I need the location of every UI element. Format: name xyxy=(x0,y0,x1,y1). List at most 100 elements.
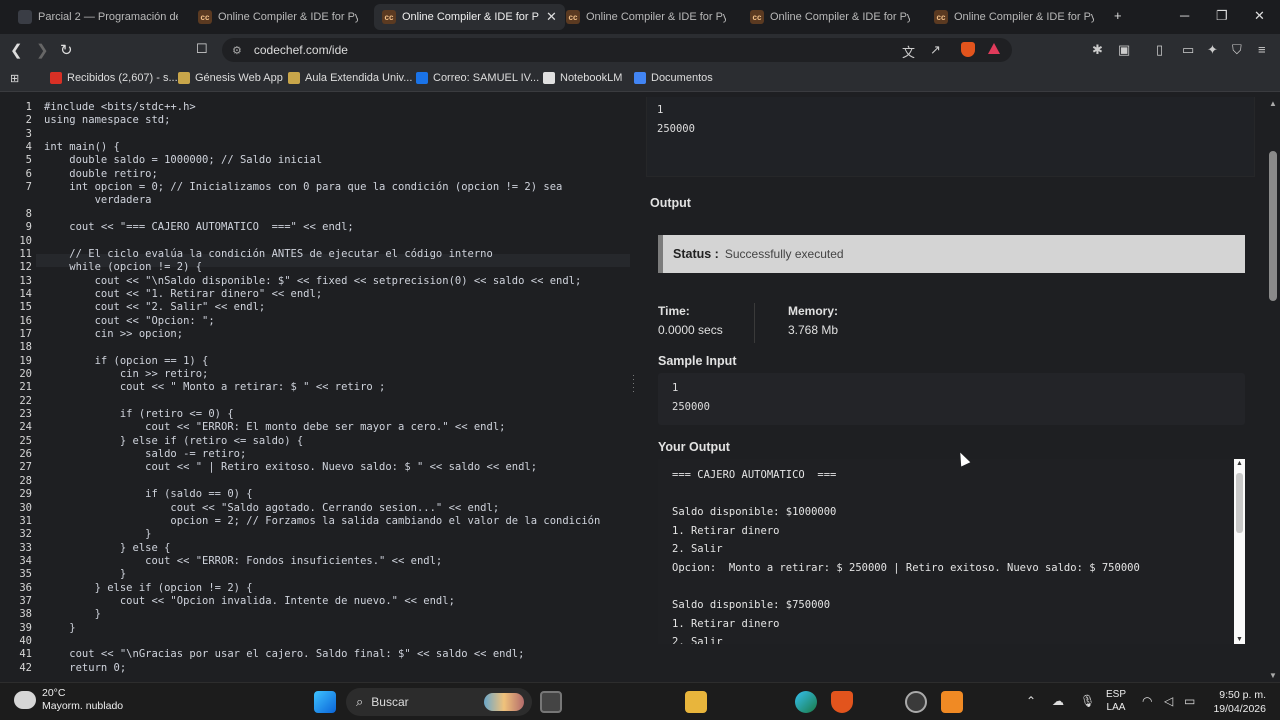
screenshot-icon[interactable]: ▣ xyxy=(1118,42,1130,58)
brave-icon[interactable] xyxy=(831,691,853,713)
browser-tab[interactable]: cc Online Compiler & IDE for Pytho xyxy=(742,4,918,30)
code-line[interactable]: return 0; xyxy=(44,662,126,674)
extensions-icon[interactable]: ✱ xyxy=(1092,42,1103,58)
browser-tab[interactable]: cc Online Compiler & IDE for Pytho xyxy=(558,4,734,30)
browser-tab[interactable]: cc Online Compiler & IDE for Pytho xyxy=(926,4,1102,30)
close-window-button[interactable]: ✕ xyxy=(1254,8,1265,24)
bookmark-item[interactable]: Correo: SAMUEL IV... xyxy=(416,72,539,84)
code-line[interactable]: cout << "Opcion: "; xyxy=(44,315,215,327)
site-info-icon[interactable]: ⚙ xyxy=(232,44,242,57)
page-scroll-up-icon[interactable]: ▲ xyxy=(1269,99,1277,108)
bookmark-icon[interactable]: ☐ xyxy=(196,41,208,57)
settings-app-icon[interactable] xyxy=(905,691,927,713)
code-line[interactable]: } else if (retiro <= saldo) { xyxy=(44,435,303,447)
code-line[interactable]: cout << "=== CAJERO AUTOMATICO ===" << e… xyxy=(44,221,353,233)
code-line[interactable]: int opcion = 0; // Inicializamos con 0 p… xyxy=(44,181,562,193)
edge-icon[interactable] xyxy=(795,691,817,713)
leo-ai-icon[interactable]: ✦ xyxy=(1207,42,1218,58)
translate-icon[interactable]: 文 xyxy=(902,42,915,61)
code-line[interactable]: if (opcion == 1) { xyxy=(44,355,209,367)
battery-icon[interactable]: ▭ xyxy=(1184,694,1195,708)
code-line[interactable]: } xyxy=(44,622,75,634)
back-icon[interactable]: ❮ xyxy=(10,41,23,59)
browser-tab[interactable]: Parcial 2 — Programación de Co xyxy=(10,4,186,30)
code-line[interactable]: saldo -= retiro; xyxy=(44,448,246,460)
code-line[interactable]: cout << "Opcion invalida. Intente de nue… xyxy=(44,595,455,607)
page-scrollbar[interactable]: ▲ ▼ xyxy=(1266,97,1280,682)
wallet-icon[interactable]: ▭ xyxy=(1182,42,1194,58)
reload-icon[interactable]: ↻ xyxy=(60,41,73,59)
pane-splitter[interactable]: · · · · · xyxy=(630,97,638,682)
volume-icon[interactable]: ◁ xyxy=(1164,694,1173,708)
code-line[interactable]: cout << "2. Salir" << endl; xyxy=(44,301,266,313)
drag-handle-icon[interactable]: · · · · · xyxy=(632,371,635,396)
windows-start-icon[interactable] xyxy=(314,691,336,713)
task-view-icon[interactable] xyxy=(540,691,562,713)
brave-rewards-icon[interactable] xyxy=(988,43,1000,54)
sublime-text-icon[interactable] xyxy=(941,691,963,713)
output-scrollbar[interactable]: ▲ ▼ xyxy=(1234,459,1245,644)
code-line[interactable]: if (saldo == 0) { xyxy=(44,488,252,500)
code-line[interactable]: } else if (opcion != 2) { xyxy=(44,582,253,594)
code-line[interactable]: cout << "1. Retirar dinero" << endl; xyxy=(44,288,323,300)
file-explorer-icon[interactable] xyxy=(685,691,707,713)
bookmark-item[interactable]: Documentos xyxy=(634,72,713,84)
code-line[interactable]: cout << "\nGracias por usar el cajero. S… xyxy=(44,648,524,660)
code-line[interactable]: #include <bits/stdc++.h> xyxy=(44,101,196,113)
close-tab-icon[interactable]: ✕ xyxy=(546,9,557,25)
browser-tab[interactable]: cc Online Compiler & IDE for P ✕ xyxy=(374,4,565,30)
custom-input-box[interactable]: 1 250000 xyxy=(646,97,1255,177)
bookmark-item[interactable]: Aula Extendida Univ... xyxy=(288,72,412,84)
code-line[interactable]: if (retiro <= 0) { xyxy=(44,408,234,420)
maximize-button[interactable]: ❐ xyxy=(1216,8,1228,24)
code-line[interactable]: int main() { xyxy=(44,141,120,153)
code-line[interactable]: verdadera xyxy=(44,194,152,206)
new-tab-button[interactable]: + xyxy=(1114,8,1122,23)
code-line[interactable]: } xyxy=(44,568,126,580)
code-line[interactable]: } xyxy=(44,528,151,540)
browser-tab[interactable]: cc Online Compiler & IDE for Pytho xyxy=(190,4,366,30)
wifi-icon[interactable]: ◠ xyxy=(1142,694,1152,708)
microphone-icon[interactable]: 🎙 xyxy=(1080,694,1095,708)
output-scroll-thumb[interactable] xyxy=(1236,473,1243,533)
weather-widget[interactable]: 20°C Mayorm. nublado xyxy=(14,687,123,713)
clock[interactable]: 9:50 p. m. 19/04/2026 xyxy=(1213,688,1266,716)
bookmark-item[interactable]: NotebookLM xyxy=(543,72,622,84)
code-line[interactable]: cout << " | Retiro exitoso. Nuevo saldo:… xyxy=(44,461,537,473)
code-line[interactable]: cout << " Monto a retirar: $ " << retiro… xyxy=(44,381,386,393)
menu-icon[interactable]: ≡ xyxy=(1258,42,1266,57)
code-line[interactable]: // El ciclo evalúa la condición ANTES de… xyxy=(44,248,493,260)
code-line[interactable]: cin >> opcion; xyxy=(44,328,184,340)
share-icon[interactable]: ↗ xyxy=(930,42,941,58)
taskbar-search[interactable]: ⌕ Buscar xyxy=(346,688,532,716)
code-line[interactable]: opcion = 2; // Forzamos la salida cambia… xyxy=(44,515,600,527)
code-line[interactable]: cout << "ERROR: Fondos insuficientes." <… xyxy=(44,555,442,567)
code-line[interactable]: cout << "\nSaldo disponible: $" << fixed… xyxy=(44,275,582,287)
apps-icon[interactable]: ⊞ xyxy=(10,72,19,85)
code-editor[interactable]: 1 #include <bits/stdc++.h> 2 using namespac… xyxy=(0,97,630,682)
your-output-box[interactable]: === CAJERO AUTOMATICO === Saldo disponibl… xyxy=(658,459,1234,644)
page-scroll-down-icon[interactable]: ▼ xyxy=(1269,671,1277,680)
brave-shield-icon[interactable] xyxy=(961,42,975,57)
bookmark-item[interactable]: Génesis Web App xyxy=(178,72,283,84)
code-line[interactable]: using namespace std; xyxy=(44,114,170,126)
chevron-up-icon[interactable]: ⌃ xyxy=(1026,694,1036,708)
code-line[interactable]: } else { xyxy=(44,542,171,554)
sidebar-icon[interactable]: ▯ xyxy=(1156,42,1163,58)
forward-icon[interactable]: ❯ xyxy=(36,41,49,59)
code-line[interactable]: } xyxy=(44,608,101,620)
code-line[interactable]: double saldo = 1000000; // Saldo inicial xyxy=(44,154,322,166)
code-line[interactable]: cout << "Saldo agotado. Cerrando sesion.… xyxy=(44,502,499,514)
scroll-up-icon[interactable]: ▲ xyxy=(1236,460,1243,467)
code-line[interactable]: double retiro; xyxy=(44,168,158,180)
language-indicator[interactable]: ESP LAA xyxy=(1106,688,1126,714)
page-scroll-thumb[interactable] xyxy=(1269,151,1277,301)
code-line[interactable]: cout << "ERROR: El monto debe ser mayor … xyxy=(44,421,505,433)
minimize-button[interactable]: ─ xyxy=(1180,8,1189,23)
onedrive-icon[interactable]: ☁ xyxy=(1052,694,1064,708)
bookmark-item[interactable]: Recibidos (2,607) - s... xyxy=(50,72,178,84)
code-line[interactable]: cin >> retiro; xyxy=(44,368,209,380)
code-line[interactable]: while (opcion != 2) { xyxy=(44,261,202,273)
vpn-icon[interactable]: ⛉ xyxy=(1232,42,1242,58)
url-field[interactable]: ⚙ codechef.com/ide xyxy=(222,38,1012,62)
